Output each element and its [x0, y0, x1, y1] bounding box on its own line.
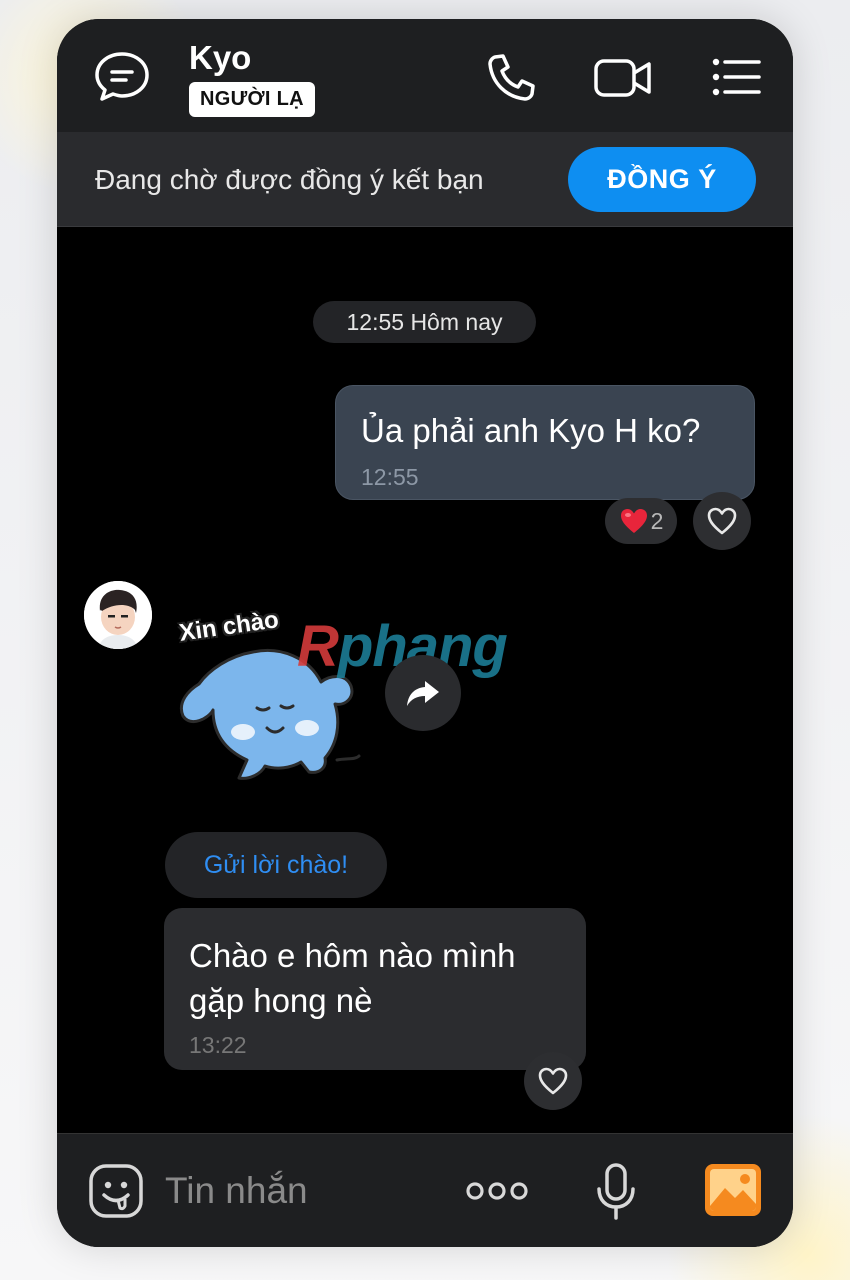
- reaction-count: 2: [650, 507, 664, 534]
- message-text: Ủa phải anh Kyo H ko?: [361, 412, 701, 449]
- heart-emoji-icon: [620, 509, 647, 533]
- message-time: 12:55: [361, 464, 419, 490]
- message-list[interactable]: 12:55 Hôm nay Ủa phải anh Kyo H ko? 12:5…: [57, 228, 793, 1133]
- like-heart-icon[interactable]: [693, 492, 751, 550]
- send-greeting-button[interactable]: Gửi lời chào!: [165, 832, 387, 898]
- contact-name[interactable]: Kyo: [189, 39, 251, 77]
- message-input[interactable]: [165, 1164, 445, 1218]
- date-separator: 12:55 Hôm nay: [313, 301, 536, 343]
- image-gallery-icon[interactable]: [703, 1162, 763, 1218]
- message-time: 13:22: [189, 1032, 247, 1058]
- reaction-badge[interactable]: 2: [605, 498, 677, 544]
- outgoing-message-bubble[interactable]: Ủa phải anh Kyo H ko? 12:55: [335, 385, 755, 500]
- chat-screen: Kyo NGƯỜI LẠ Đang chờ được đồng ý kết bạ…: [57, 19, 793, 1247]
- menu-list-icon[interactable]: [712, 57, 762, 97]
- pending-status-text: Đang chờ được đồng ý kết bạn: [95, 164, 484, 195]
- like-heart-icon[interactable]: [524, 1052, 582, 1110]
- accept-friend-button[interactable]: ĐỒNG Ý: [568, 147, 756, 212]
- incoming-message-bubble[interactable]: Chào e hôm nào mình gặp hong nè 13:22: [164, 908, 586, 1070]
- chat-bubble-icon[interactable]: [93, 49, 151, 103]
- microphone-icon[interactable]: [595, 1162, 637, 1222]
- stranger-badge: NGƯỜI LẠ: [189, 82, 315, 117]
- share-forward-icon[interactable]: [385, 655, 461, 731]
- friend-request-bar: Đang chờ được đồng ý kết bạn ĐỒNG Ý: [57, 132, 793, 227]
- chat-header: Kyo NGƯỜI LẠ: [57, 19, 793, 132]
- video-camera-icon[interactable]: [593, 56, 653, 100]
- sticker-emoji-icon[interactable]: [87, 1162, 145, 1220]
- message-text: Chào e hôm nào mình gặp hong nè: [189, 937, 516, 1019]
- phone-icon[interactable]: [485, 52, 537, 102]
- contact-avatar[interactable]: [84, 581, 152, 649]
- message-composer: [57, 1133, 793, 1247]
- more-options-icon[interactable]: [465, 1179, 529, 1203]
